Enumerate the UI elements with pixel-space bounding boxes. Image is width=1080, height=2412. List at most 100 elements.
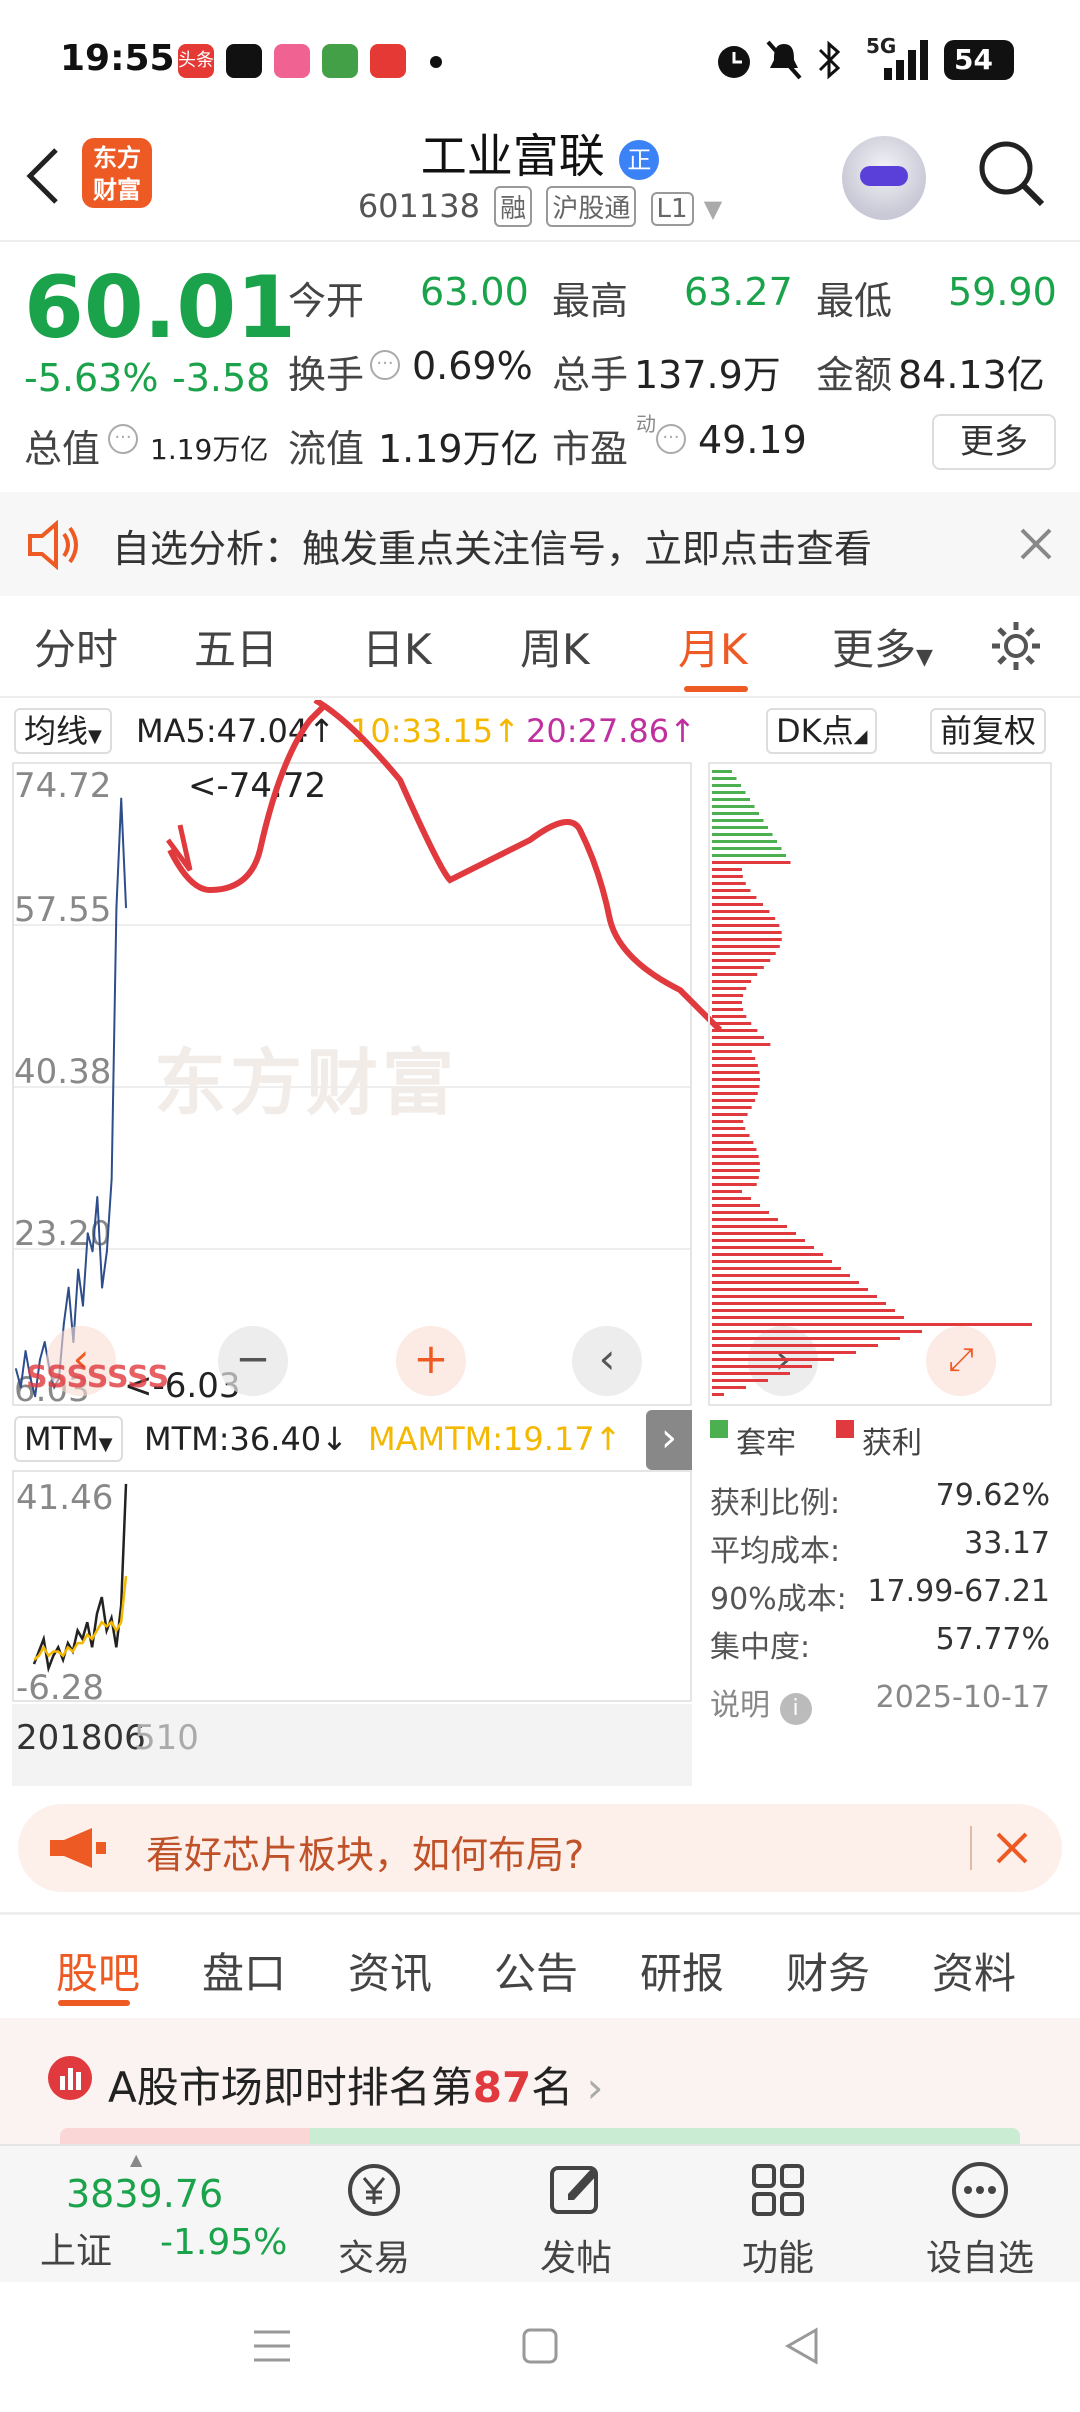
chip-bar xyxy=(712,861,791,864)
chip-bar xyxy=(712,784,741,787)
tab-weekly-k[interactable]: 周K xyxy=(520,616,590,677)
tab-five-day[interactable]: 五日 xyxy=(194,616,278,677)
legend-trap-swatch xyxy=(710,1420,728,1438)
info-icon[interactable]: ··· xyxy=(656,424,686,454)
note-label: 说明 xyxy=(710,1688,770,1723)
chip-bar xyxy=(712,959,771,962)
note-link[interactable]: 说明 i xyxy=(710,1680,812,1725)
price-point xyxy=(86,1232,89,1235)
zoom-out-button[interactable]: − xyxy=(218,1326,288,1396)
chevron-down-icon: ▼ xyxy=(98,1434,113,1455)
mtm-chart xyxy=(12,1470,692,1702)
chip-bar xyxy=(712,1351,856,1354)
bluetooth-icon xyxy=(818,40,841,80)
more-button[interactable]: 更多 xyxy=(932,414,1056,470)
chip-bar xyxy=(712,910,770,913)
mute-icon xyxy=(766,40,802,80)
verified-badge: 正 xyxy=(619,139,660,180)
avg-cost-value: 33.17 xyxy=(964,1526,1050,1561)
nav-trade-label: 交易 xyxy=(337,2238,410,2279)
chip-bar xyxy=(712,1232,796,1235)
grid-apps-icon xyxy=(752,2164,804,2216)
chip-bar xyxy=(712,1106,752,1109)
info-icon[interactable]: ··· xyxy=(370,350,400,380)
chip-bar xyxy=(712,805,755,808)
concentration-label: 集中度: xyxy=(710,1630,811,1665)
chip-bar xyxy=(712,1316,904,1319)
price-point xyxy=(96,1196,99,1199)
nav-functions[interactable]: 功能 xyxy=(698,2160,858,2281)
notice-bar[interactable]: 自选分析：触发重点关注信号，立即点击查看 xyxy=(0,492,1080,596)
recents-icon[interactable] xyxy=(250,2326,294,2366)
search-icon[interactable] xyxy=(976,138,1048,210)
wallet-icon xyxy=(370,44,406,78)
home-icon[interactable] xyxy=(520,2326,560,2366)
chip-bar xyxy=(712,1064,758,1067)
pe-value: 49.19 xyxy=(698,418,807,462)
tab-orderbook[interactable]: 盘口 xyxy=(202,1940,286,2001)
tab-financials[interactable]: 财务 xyxy=(786,1940,870,2001)
tab-profile[interactable]: 资料 xyxy=(932,1940,1016,2001)
price-point xyxy=(105,1250,108,1253)
amount-value: 84.13亿 xyxy=(898,353,1045,397)
tab-forum[interactable]: 股吧 xyxy=(56,1940,140,2001)
zoom-in-button[interactable]: + xyxy=(396,1326,466,1396)
index-value[interactable]: 3839.76 xyxy=(66,2172,223,2216)
dk-point-button[interactable]: DK点◢ xyxy=(766,708,878,754)
chip-bars-svg xyxy=(712,770,1032,1396)
stock-code: 601138 xyxy=(357,187,480,225)
tag-margin: 融 xyxy=(494,186,533,227)
chip-bar xyxy=(712,1078,760,1081)
promo-banner[interactable]: 看好芯片板块，如何布局? xyxy=(18,1804,1062,1892)
tag-level: L1 xyxy=(650,192,694,226)
mtm-select[interactable]: MTM▼ xyxy=(14,1416,123,1462)
tab-more[interactable]: 更多▼ xyxy=(832,616,933,677)
chip-bar xyxy=(712,1099,756,1102)
chip-bar xyxy=(712,833,773,836)
tab-daily-k[interactable]: 日K xyxy=(362,616,432,677)
ma-select[interactable]: 均线▼ xyxy=(14,708,112,754)
ma-select-label: 均线 xyxy=(24,712,89,750)
tab-monthly-k[interactable]: 月K xyxy=(678,616,748,677)
legend-profit-swatch xyxy=(836,1420,854,1438)
nav-post[interactable]: 发帖 xyxy=(496,2160,656,2281)
tab-announcements[interactable]: 公告 xyxy=(494,1940,578,2001)
chevron-up-icon: ▲ xyxy=(130,2150,143,2169)
chip-bar xyxy=(712,973,758,976)
profit-ratio-label: 获利比例: xyxy=(710,1486,841,1521)
chip-bar xyxy=(712,826,768,829)
chip-bar xyxy=(712,819,764,822)
tab-intraday[interactable]: 分时 xyxy=(34,616,118,677)
chip-bar xyxy=(712,1162,760,1165)
close-icon[interactable] xyxy=(1016,524,1056,564)
price-point xyxy=(115,906,118,909)
price-point xyxy=(110,1177,113,1180)
nav-trade[interactable]: 交易 xyxy=(294,2160,454,2281)
market-rank-card[interactable]: A股市场即时排名第87名 › xyxy=(0,2018,1080,2144)
back-icon[interactable] xyxy=(782,2326,822,2366)
pe-dynamic-sup: 动 xyxy=(636,412,656,436)
close-icon[interactable] xyxy=(992,1828,1032,1868)
chevron-left-icon[interactable]: ‹ xyxy=(572,1326,642,1396)
tab-research[interactable]: 研报 xyxy=(640,1940,724,2001)
robot-avatar-icon[interactable] xyxy=(842,136,926,220)
tab-news[interactable]: 资讯 xyxy=(348,1940,432,2001)
chip-bar xyxy=(712,1260,832,1263)
index-name[interactable]: 上证 xyxy=(40,2222,112,2274)
chip-bar xyxy=(712,952,776,955)
more-dots-icon xyxy=(952,2162,1008,2218)
info-icon[interactable]: ··· xyxy=(108,424,138,454)
avg-cost-label: 平均成本: xyxy=(710,1534,841,1569)
chip-bar xyxy=(712,1022,752,1025)
expand-indicator-arrow-icon[interactable]: › xyxy=(646,1410,692,1470)
mtm-line-svg xyxy=(32,1483,128,1673)
chip-bar xyxy=(712,1071,760,1074)
volume-label: 总手 xyxy=(552,353,629,397)
price-point xyxy=(91,1250,94,1253)
alarm-icon xyxy=(718,46,750,78)
settings-gear-icon[interactable] xyxy=(988,618,1044,674)
index-change[interactable]: -1.95% xyxy=(160,2222,287,2263)
adjust-button[interactable]: 前复权 xyxy=(930,708,1047,754)
nav-add-watchlist[interactable]: 设自选 xyxy=(900,2160,1060,2281)
message-icon xyxy=(322,44,358,78)
